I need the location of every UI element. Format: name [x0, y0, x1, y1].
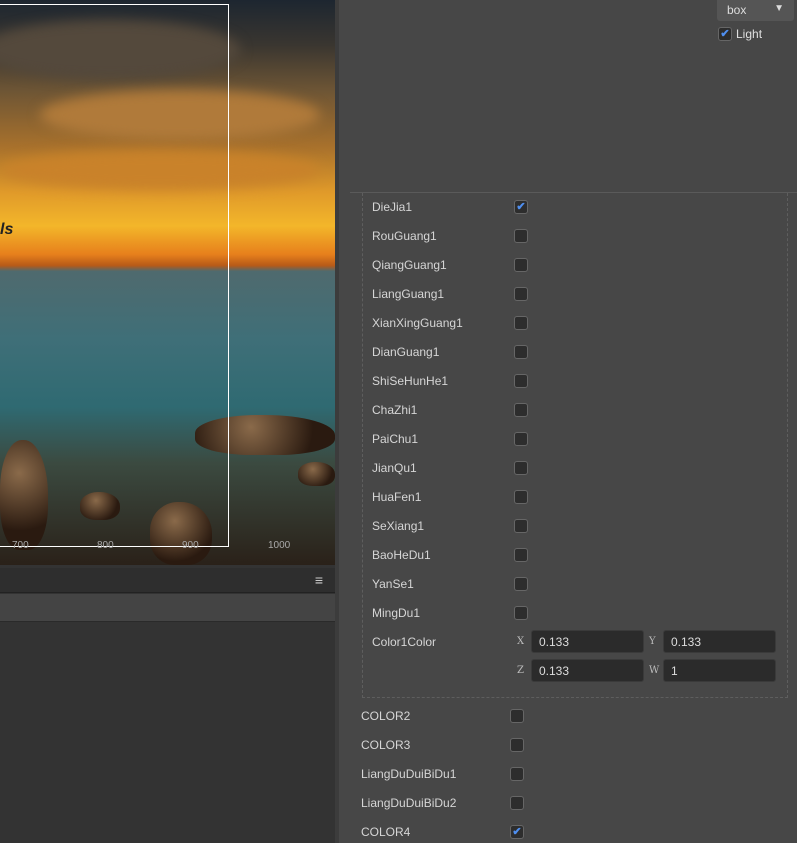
property-checkbox[interactable] [514, 345, 528, 359]
property-checkbox[interactable] [514, 258, 528, 272]
property-checkbox[interactable] [510, 709, 524, 723]
property-row: DianGuang1 [372, 342, 792, 362]
property-row: JianQu1 [372, 458, 792, 478]
property-label: COLOR2 [361, 709, 411, 723]
w-input[interactable]: 1 [663, 659, 776, 682]
hamburger-icon[interactable]: ≡ [315, 572, 323, 588]
vector-x: X 0.133 [517, 630, 644, 653]
vector-w: W1 [649, 659, 776, 682]
property-row: HuaFen1 [372, 487, 792, 507]
property-checkbox[interactable] [510, 796, 524, 810]
property-checkbox[interactable] [514, 432, 528, 446]
shape-dropdown[interactable]: box ▼ [717, 0, 794, 21]
property-checkbox[interactable] [514, 606, 528, 620]
property-row: LiangDuDuiBiDu1 [361, 764, 781, 784]
light-label: Light [736, 27, 763, 41]
property-label: DianGuang1 [372, 345, 440, 359]
property-row: MingDu1 [372, 603, 792, 623]
property-label: LiangDuDuiBiDu1 [361, 767, 457, 781]
property-label: COLOR4 [361, 825, 411, 839]
property-checkbox[interactable] [514, 577, 528, 591]
scene-viewport[interactable]: ls 700 800 900 1000 [0, 0, 335, 565]
x-axis-label: X [517, 636, 525, 647]
property-label: QiangGuang1 [372, 258, 447, 272]
chevron-down-icon: ▼ [774, 3, 784, 14]
panel-toolbar [0, 594, 335, 622]
property-label: BaoHeDu1 [372, 548, 431, 562]
ruler-tick: 700 [12, 540, 29, 551]
property-row: LiangDuDuiBiDu2 [361, 793, 781, 813]
property-row: DieJia1 ✔ [372, 197, 792, 217]
property-label: LiangDuDuiBiDu2 [361, 796, 457, 810]
selection-frame[interactable] [0, 4, 229, 547]
property-checkbox[interactable] [514, 548, 528, 562]
property-row: COLOR2 [361, 706, 781, 726]
property-label: COLOR3 [361, 738, 411, 752]
z-input[interactable]: 0.133 [531, 659, 644, 682]
property-row: YanSe1 [372, 574, 792, 594]
dropdown-value: box [727, 3, 747, 17]
property-checkbox[interactable]: ✔ [514, 200, 528, 214]
property-checkbox[interactable] [510, 767, 524, 781]
panel-splitter[interactable] [335, 0, 339, 843]
property-label: ShiSeHunHe1 [372, 374, 449, 388]
left-panel: ls 700 800 900 1000 ≡ [0, 0, 335, 843]
property-label: HuaFen1 [372, 490, 422, 504]
color1-label: Color1Color [372, 635, 437, 649]
vector-y: Y 0.133 [649, 630, 776, 653]
panel-header: ≡ [0, 568, 335, 593]
property-checkbox[interactable] [514, 374, 528, 388]
property-row: ChaZhi1 [372, 400, 792, 420]
property-label: SeXiang1 [372, 519, 425, 533]
property-label: PaiChu1 [372, 432, 419, 446]
property-label: DieJia1 [372, 200, 413, 214]
property-row: COLOR3 [361, 735, 781, 755]
property-checkbox[interactable]: ✔ [510, 825, 524, 839]
property-row: ShiSeHunHe1 [372, 371, 792, 391]
ruler-tick: 900 [182, 540, 199, 551]
z-axis-label: Z [517, 665, 524, 676]
property-label: LiangGuang1 [372, 287, 445, 301]
property-label: MingDu1 [372, 606, 421, 620]
property-label: ChaZhi1 [372, 403, 418, 417]
property-row: QiangGuang1 [372, 255, 792, 275]
property-row: BaoHeDu1 [372, 545, 792, 565]
property-checkbox[interactable] [514, 461, 528, 475]
property-checkbox[interactable] [514, 519, 528, 533]
property-row: RouGuang1 [372, 226, 792, 246]
ruler-tick: 800 [97, 540, 114, 551]
property-checkbox[interactable] [514, 403, 528, 417]
property-checkbox[interactable] [514, 316, 528, 330]
scene-text: ls [0, 221, 14, 238]
property-label: XianXingGuang1 [372, 316, 463, 330]
property-checkbox[interactable] [510, 738, 524, 752]
light-checkbox[interactable]: ✔ [718, 27, 732, 41]
property-row: SeXiang1 [372, 516, 792, 536]
vector-z: Z 0.133 [517, 659, 644, 682]
w-axis-label: W [649, 665, 660, 676]
property-checkbox[interactable] [514, 287, 528, 301]
light-toggle[interactable]: ✔ Light [718, 27, 762, 41]
property-row: LiangGuang1 [372, 284, 792, 304]
y-axis-label: Y [649, 636, 656, 647]
property-row: COLOR4 ✔ [361, 822, 781, 842]
property-label: JianQu1 [372, 461, 417, 475]
property-label: YanSe1 [372, 577, 414, 591]
property-checkbox[interactable] [514, 229, 528, 243]
x-input[interactable]: 0.133 [531, 630, 644, 653]
property-checkbox[interactable] [514, 490, 528, 504]
ruler-tick: 1000 [268, 540, 291, 551]
property-row: XianXingGuang1 [372, 313, 792, 333]
property-label: RouGuang1 [372, 229, 437, 243]
property-row: PaiChu1 [372, 429, 792, 449]
y-input[interactable]: 0.133 [663, 630, 776, 653]
